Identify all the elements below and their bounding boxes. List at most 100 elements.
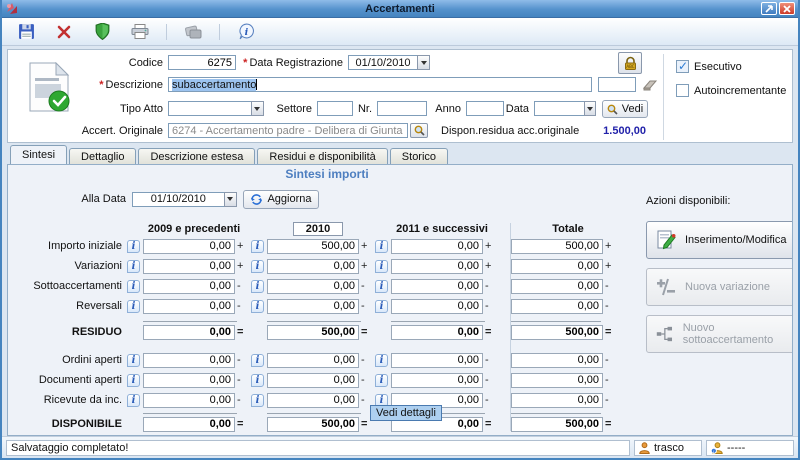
tab-descrizione-estesa[interactable]: Descrizione estesa [138,148,255,164]
checkbox-esecutivo[interactable]: Esecutivo [676,60,786,73]
anno-input[interactable] [466,101,504,116]
delete-icon[interactable] [52,21,76,43]
nuova-variazione-button[interactable]: Nuova variazione [646,268,793,306]
amount-field[interactable] [511,417,603,432]
save-icon[interactable] [14,21,38,43]
info-icon[interactable]: i [127,280,140,293]
info-icon[interactable]: i [127,394,140,407]
amount-field[interactable] [511,279,603,294]
amount-cell: i+ [251,259,375,274]
data-registrazione-label: *Data Registrazione [238,57,343,69]
tab-dettaglio[interactable]: Dettaglio [69,148,136,164]
info-icon[interactable]: i [375,374,388,387]
amount-field[interactable] [143,299,235,314]
tipo-atto-combo[interactable] [168,101,264,116]
amount-field[interactable] [143,279,235,294]
info-icon[interactable]: i [251,300,264,313]
operator-sign: = [603,326,615,338]
amount-field[interactable] [391,259,483,274]
table-row: RESIDUO==== [16,322,638,342]
checkbox-box[interactable] [676,84,689,97]
info-icon[interactable]: i [127,354,140,367]
search-accert-button[interactable] [410,123,428,138]
chevron-down-icon[interactable] [224,192,237,207]
amount-field[interactable] [267,325,359,340]
amount-field[interactable] [267,393,359,408]
info-icon[interactable]: i [127,300,140,313]
amount-field[interactable] [267,417,359,432]
amount-field[interactable] [267,259,359,274]
info-icon[interactable]: i [375,240,388,253]
close-icon[interactable] [779,2,795,15]
info-icon[interactable]: i [234,21,258,43]
print-icon[interactable] [128,21,152,43]
nr-input[interactable] [377,101,427,116]
alla-data-combo[interactable]: 01/10/2010 [132,192,237,207]
lock-button[interactable]: ABC [618,52,642,74]
amount-field[interactable] [511,393,603,408]
info-icon[interactable]: i [375,260,388,273]
amount-field[interactable] [267,353,359,368]
amount-field[interactable] [511,259,603,274]
inserimento-modifica-button[interactable]: Inserimento/Modifica [646,221,793,259]
aggiorna-button[interactable]: Aggiorna [243,190,319,209]
info-icon[interactable]: i [251,260,264,273]
checkbox-autoincrementante[interactable]: Autoincrementante [676,84,786,97]
chevron-down-icon[interactable] [251,101,264,116]
amount-field[interactable] [143,393,235,408]
descrizione-extra-input[interactable] [598,77,636,92]
tabbar: SintesiDettaglioDescrizione estesaResidu… [2,145,798,164]
amount-field[interactable] [391,299,483,314]
amount-field[interactable] [511,373,603,388]
amount-field[interactable] [511,353,603,368]
data-registrazione-combo[interactable]: 01/10/2010 [348,55,430,70]
info-icon[interactable]: i [251,240,264,253]
tab-residui-e-disponibilit-[interactable]: Residui e disponibilità [257,148,387,164]
amount-field[interactable] [391,239,483,254]
amount-field[interactable] [391,373,483,388]
amount-field[interactable] [143,325,235,340]
info-icon[interactable]: i [127,260,140,273]
amount-cell: - [511,393,615,408]
amount-field[interactable] [267,279,359,294]
accert-originale-input[interactable]: 6274 - Accertamento padre - Delibera di … [168,123,408,138]
vedi-button[interactable]: Vedi [602,100,648,118]
amount-field[interactable] [391,353,483,368]
tab-storico[interactable]: Storico [390,148,448,164]
amount-field[interactable] [267,373,359,388]
info-icon[interactable]: i [127,374,140,387]
info-icon[interactable]: i [251,280,264,293]
amount-field[interactable] [511,299,603,314]
amount-field[interactable] [143,239,235,254]
chevron-down-icon[interactable] [417,55,430,70]
tab-sintesi[interactable]: Sintesi [10,145,67,164]
amount-field[interactable] [511,325,603,340]
amount-field[interactable] [143,373,235,388]
info-icon[interactable]: i [375,280,388,293]
data-combo[interactable] [534,101,596,116]
info-icon[interactable]: i [375,300,388,313]
restore-icon[interactable] [761,2,777,15]
info-icon[interactable]: i [251,394,264,407]
descrizione-input[interactable]: subaccertamento [168,77,592,92]
nuovo-sottoaccertamento-button[interactable]: Nuovo sottoaccertamento [646,315,793,353]
codice-input[interactable] [168,55,236,70]
checkbox-box[interactable] [676,60,689,73]
amount-field[interactable] [267,299,359,314]
amount-field[interactable] [143,417,235,432]
chevron-down-icon[interactable] [584,101,596,116]
amount-field[interactable] [511,239,603,254]
info-icon[interactable]: i [375,354,388,367]
eraser-icon[interactable] [642,78,658,92]
info-icon[interactable]: i [127,240,140,253]
shield-icon[interactable] [90,21,114,43]
info-icon[interactable]: i [251,354,264,367]
amount-field[interactable] [143,259,235,274]
info-icon[interactable]: i [251,374,264,387]
amount-field[interactable] [391,279,483,294]
amount-field[interactable] [391,325,483,340]
amount-field[interactable] [143,353,235,368]
amount-field[interactable] [267,239,359,254]
totale-divider [510,223,511,431]
operator-sign: = [483,418,495,430]
